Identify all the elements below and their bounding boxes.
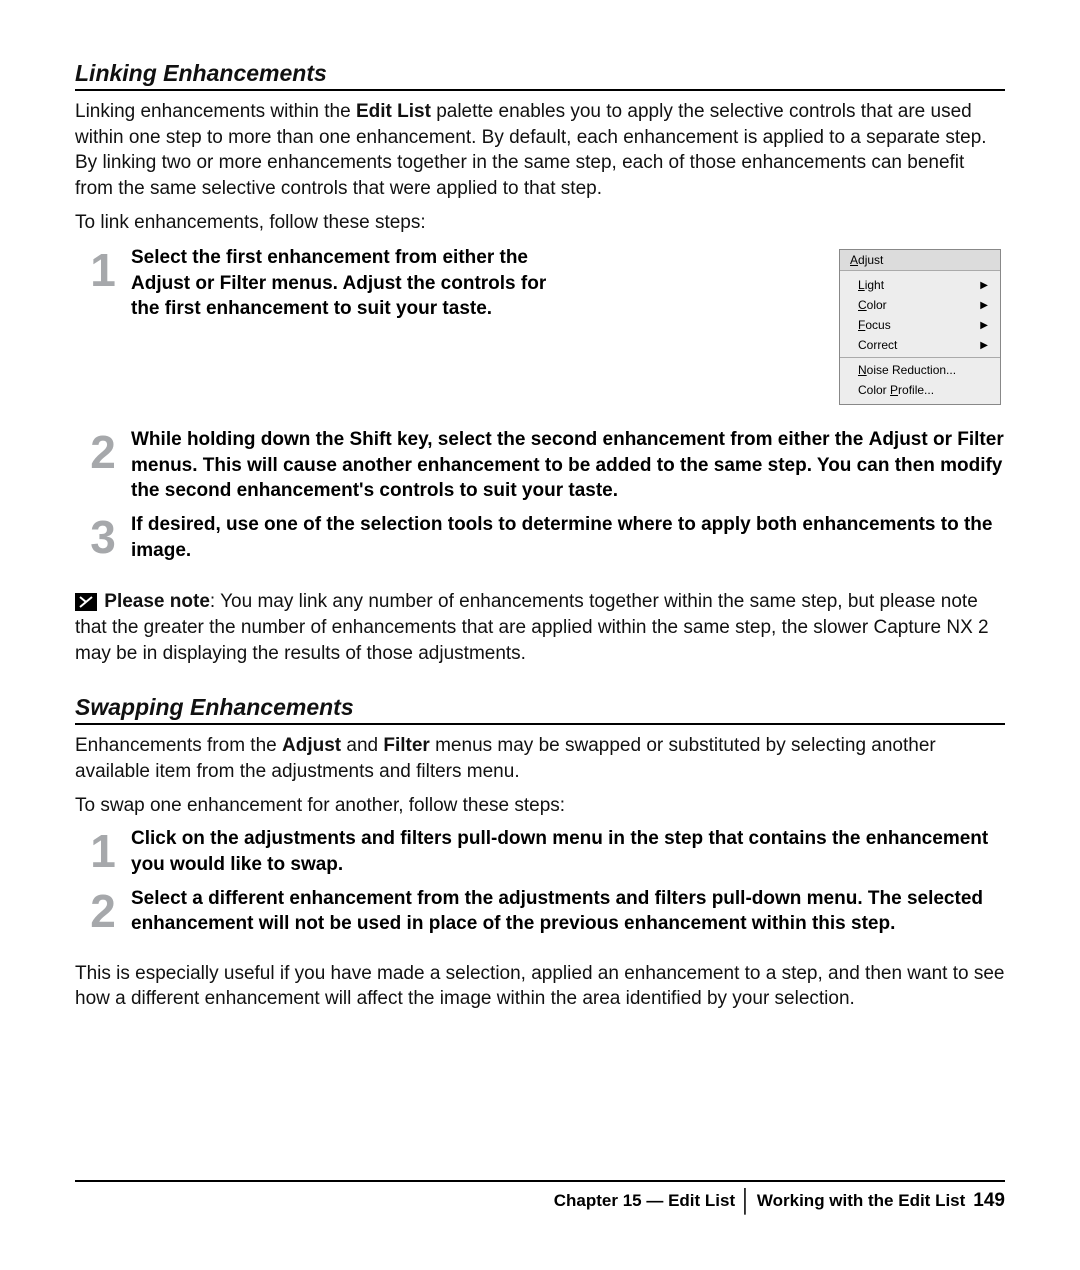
heading-swapping: Swapping Enhancements: [75, 694, 1005, 725]
footer-rule: [75, 1180, 1005, 1182]
menu-item-color: Color▶: [840, 295, 1000, 315]
adjust-menu-figure: Adjust Light▶ Color▶ Focus▶ Correct▶ Noi…: [839, 249, 1001, 405]
step2-text: While holding down the Shift key, select…: [131, 427, 1005, 504]
submenu-arrow-icon: ▶: [980, 300, 988, 311]
step-number-2: 2: [75, 427, 131, 475]
menu-item-profile: Color Profile...: [840, 380, 1000, 400]
footer-text: Chapter 15 — Edit List│Working with the …: [554, 1188, 1005, 1214]
menu-item-noise: Noise Reduction...: [840, 360, 1000, 380]
submenu-arrow-icon: ▶: [980, 320, 988, 331]
linking-para1: Linking enhancements within the Edit Lis…: [75, 99, 1005, 202]
step1-text: Select the first enhancement from either…: [131, 245, 551, 322]
note-icon: [75, 593, 97, 611]
step-number-1: 1: [75, 245, 131, 293]
submenu-arrow-icon: ▶: [980, 280, 988, 291]
document-page: Linking Enhancements Linking enhancement…: [0, 0, 1080, 1270]
menu-items-group1: Light▶ Color▶ Focus▶ Correct▶ Noise Redu…: [840, 271, 1000, 404]
please-note-block: Please note: You may link any number of …: [75, 589, 1005, 666]
swapping-para3: This is especially useful if you have ma…: [75, 961, 1005, 1012]
linking-para2: To link enhancements, follow these steps…: [75, 210, 1005, 236]
step1-row: 1 Select the first enhancement from eith…: [75, 245, 1005, 405]
swap-step1-text: Click on the adjustments and filters pul…: [131, 826, 1005, 877]
step-number-3: 3: [75, 512, 131, 560]
swapping-para2: To swap one enhancement for another, fol…: [75, 793, 1005, 819]
swap-step-number-1: 1: [75, 826, 131, 874]
swap-step-number-2: 2: [75, 886, 131, 934]
swap-step2-row: 2 Select a different enhancement from th…: [75, 886, 1005, 937]
menu-header: Adjust: [840, 250, 1000, 271]
swapping-para1: Enhancements from the Adjust and Filter …: [75, 733, 1005, 784]
swap-step1-row: 1 Click on the adjustments and filters p…: [75, 826, 1005, 877]
menu-item-light: Light▶: [840, 275, 1000, 295]
step3-text: If desired, use one of the selection too…: [131, 512, 1005, 563]
step3-row: 3 If desired, use one of the selection t…: [75, 512, 1005, 563]
submenu-arrow-icon: ▶: [980, 340, 988, 351]
menu-item-focus: Focus▶: [840, 315, 1000, 335]
step2-row: 2 While holding down the Shift key, sele…: [75, 427, 1005, 504]
heading-linking: Linking Enhancements: [75, 60, 1005, 91]
swap-step2-text: Select a different enhancement from the …: [131, 886, 1005, 937]
menu-item-correct: Correct▶: [840, 335, 1000, 355]
menu-separator: [840, 357, 1000, 358]
